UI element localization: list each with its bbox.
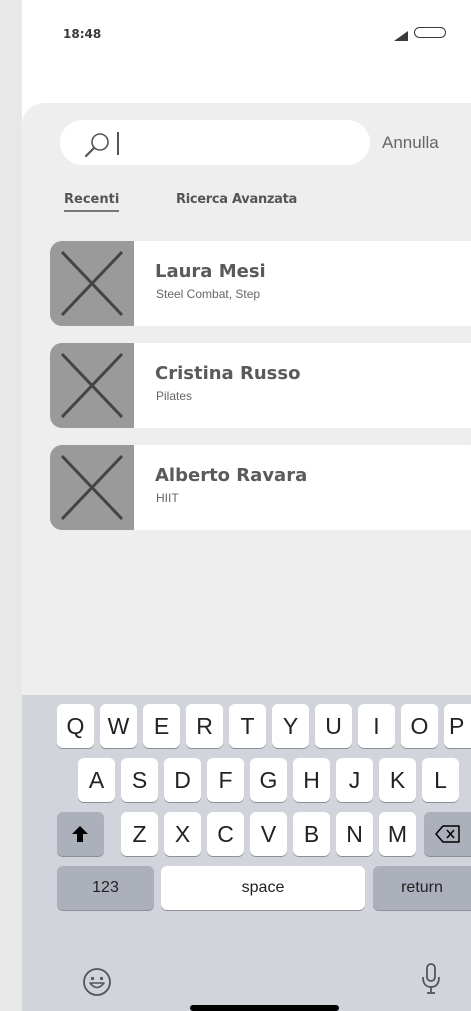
result-name: Laura Mesi bbox=[155, 261, 266, 282]
key-o[interactable]: O bbox=[401, 704, 438, 748]
result-subtitle: Pilates bbox=[156, 389, 193, 403]
key-w[interactable]: W bbox=[100, 704, 137, 748]
space-key[interactable]: space bbox=[161, 866, 365, 910]
return-key[interactable]: return bbox=[373, 866, 471, 910]
avatar-placeholder bbox=[50, 343, 134, 428]
image-placeholder-icon bbox=[60, 454, 124, 521]
emoji-icon[interactable] bbox=[82, 967, 112, 997]
key-x[interactable]: X bbox=[164, 812, 201, 856]
status-time: 18:48 bbox=[63, 27, 102, 41]
search-input[interactable] bbox=[60, 120, 370, 165]
tab-recent[interactable]: Recenti bbox=[64, 192, 120, 212]
key-r[interactable]: R bbox=[186, 704, 223, 748]
result-card[interactable]: Laura Mesi Steel Combat, Step bbox=[50, 241, 471, 326]
key-v[interactable]: V bbox=[250, 812, 287, 856]
backspace-icon bbox=[435, 825, 460, 843]
shift-icon bbox=[72, 826, 88, 842]
avatar-placeholder bbox=[50, 241, 134, 326]
microphone-icon[interactable] bbox=[420, 962, 442, 996]
image-placeholder-icon bbox=[60, 250, 124, 317]
home-indicator bbox=[190, 1005, 339, 1011]
key-d[interactable]: D bbox=[164, 758, 201, 802]
cancel-button[interactable]: Annulla bbox=[382, 133, 439, 153]
key-i[interactable]: I bbox=[358, 704, 395, 748]
key-p[interactable]: P bbox=[444, 704, 471, 748]
key-u[interactable]: U bbox=[315, 704, 352, 748]
key-t[interactable]: T bbox=[229, 704, 266, 748]
result-name: Alberto Ravara bbox=[155, 465, 308, 486]
key-z[interactable]: Z bbox=[121, 812, 158, 856]
result-card[interactable]: Cristina Russo Pilates bbox=[50, 343, 471, 428]
image-placeholder-icon bbox=[60, 352, 124, 419]
search-bar: Annulla bbox=[22, 120, 471, 166]
shift-key[interactable] bbox=[57, 812, 104, 856]
key-y[interactable]: Y bbox=[272, 704, 309, 748]
result-subtitle: Steel Combat, Step bbox=[156, 287, 261, 301]
key-f[interactable]: F bbox=[207, 758, 244, 802]
key-l[interactable]: L bbox=[422, 758, 459, 802]
numbers-key[interactable]: 123 bbox=[57, 866, 154, 910]
key-n[interactable]: N bbox=[336, 812, 373, 856]
key-h[interactable]: H bbox=[293, 758, 330, 802]
avatar-placeholder bbox=[50, 445, 134, 530]
key-a[interactable]: A bbox=[78, 758, 115, 802]
key-k[interactable]: K bbox=[379, 758, 416, 802]
search-icon bbox=[84, 133, 109, 158]
tab-advanced-search[interactable]: Ricerca Avanzata bbox=[176, 192, 297, 207]
backspace-key[interactable] bbox=[424, 812, 471, 856]
key-q[interactable]: Q bbox=[57, 704, 94, 748]
key-b[interactable]: B bbox=[293, 812, 330, 856]
key-e[interactable]: E bbox=[143, 704, 180, 748]
signal-icon bbox=[394, 31, 408, 41]
battery-icon bbox=[414, 27, 446, 38]
key-c[interactable]: C bbox=[207, 812, 244, 856]
key-g[interactable]: G bbox=[250, 758, 287, 802]
text-caret bbox=[117, 132, 119, 155]
result-subtitle: HIIT bbox=[156, 491, 179, 505]
key-s[interactable]: S bbox=[121, 758, 158, 802]
keyboard: Q W E R T Y U I O P A S D F G H J K L Z … bbox=[22, 695, 471, 1011]
result-card[interactable]: Alberto Ravara HIIT bbox=[50, 445, 471, 530]
phone-screen: 18:48 Annulla Recenti Ricerca Avanzata L… bbox=[22, 0, 471, 1011]
key-m[interactable]: M bbox=[379, 812, 416, 856]
result-name: Cristina Russo bbox=[155, 363, 301, 384]
status-bar: 18:48 bbox=[22, 0, 471, 70]
key-j[interactable]: J bbox=[336, 758, 373, 802]
